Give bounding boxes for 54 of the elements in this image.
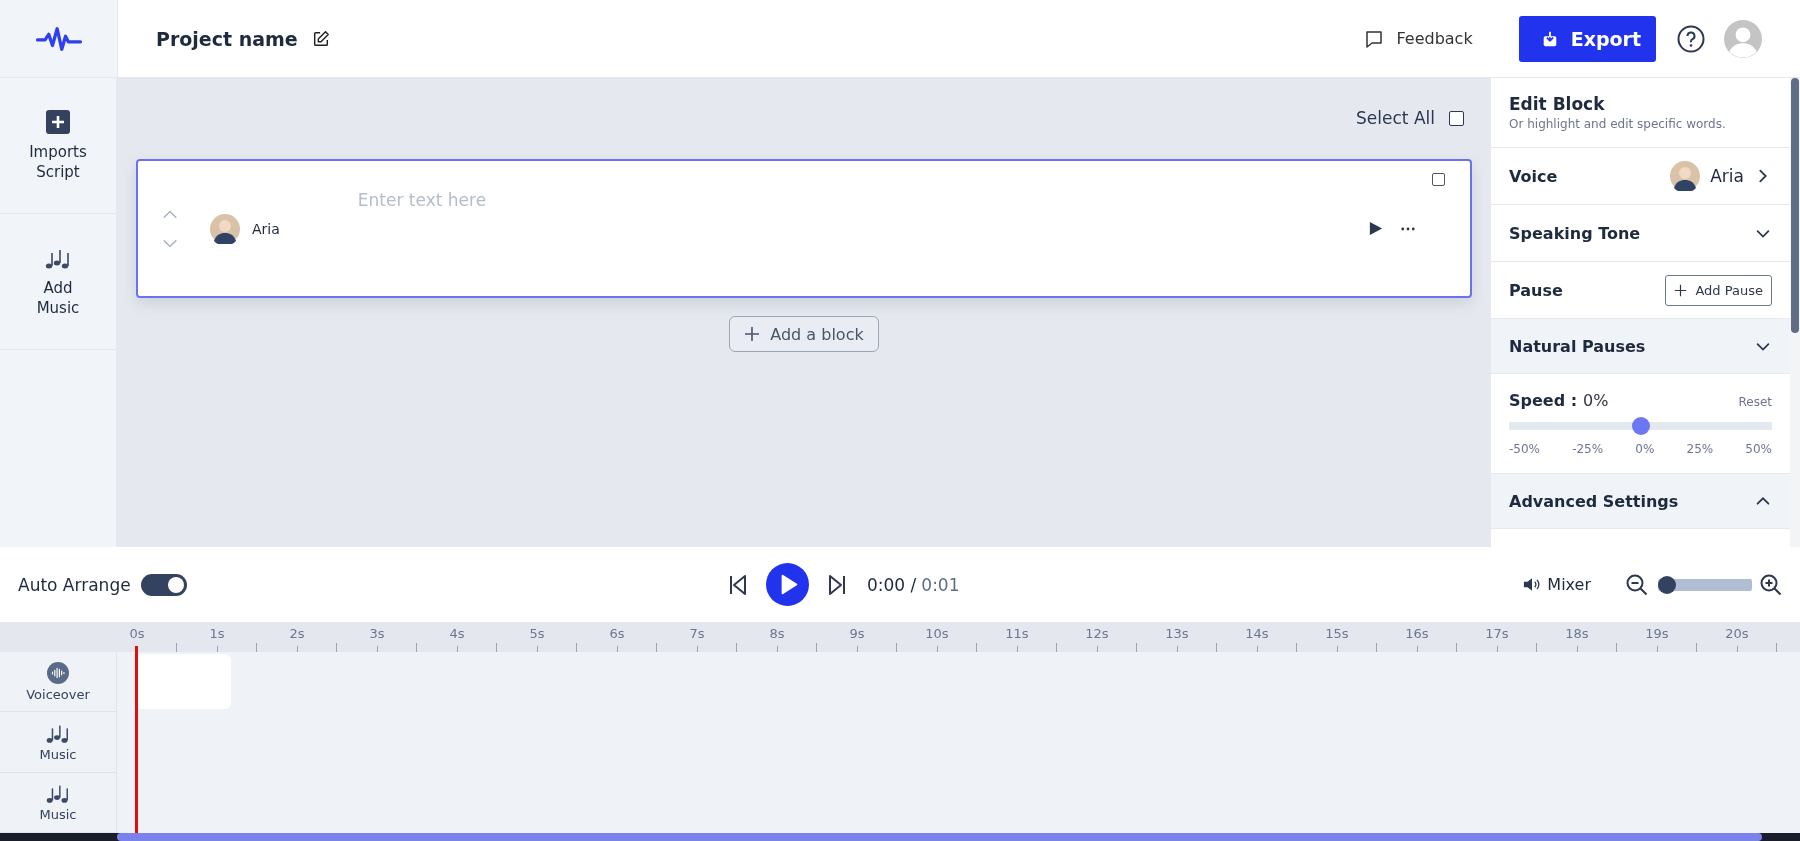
avatar-icon xyxy=(1670,161,1701,191)
speed-label: Speed : xyxy=(1509,391,1578,410)
speed-value: 0% xyxy=(1583,391,1609,410)
edit-icon[interactable] xyxy=(311,29,330,48)
tick-label: -50% xyxy=(1509,442,1540,456)
project-name: Project name xyxy=(156,27,298,50)
track-label: Music xyxy=(39,807,77,823)
zoom-in-icon[interactable] xyxy=(1760,573,1782,596)
voice-selector[interactable]: Aria xyxy=(210,213,280,244)
zoom-out-icon[interactable] xyxy=(1626,573,1648,596)
panel-title: Edit Block xyxy=(1509,94,1605,114)
track-label: Voiceover xyxy=(26,686,90,702)
avatar-icon xyxy=(210,213,240,244)
select-all-checkbox[interactable]: Select All xyxy=(1356,108,1464,128)
import-script-button[interactable]: Imports Script xyxy=(0,78,116,214)
voice-row[interactable]: Voice Aria xyxy=(1491,148,1790,205)
pause-label: Pause xyxy=(1509,280,1563,300)
plus-icon xyxy=(744,326,761,342)
play-icon[interactable] xyxy=(1368,221,1383,236)
add-pause-button[interactable]: Add Pause xyxy=(1665,274,1772,306)
feedback-button[interactable]: Feedback xyxy=(1364,28,1473,49)
export-button[interactable]: Export xyxy=(1518,15,1656,62)
mixer-button[interactable]: Mixer xyxy=(1523,575,1591,594)
current-time: 0:00 / xyxy=(867,574,917,595)
plus-icon xyxy=(1674,283,1688,297)
help-icon[interactable] xyxy=(1676,23,1706,54)
chat-icon xyxy=(1364,28,1385,49)
skip-forward-icon[interactable] xyxy=(827,573,847,596)
tick-label: 0% xyxy=(1635,442,1655,456)
zoom-slider[interactable] xyxy=(1658,575,1752,594)
total-time: 0:01 xyxy=(921,574,960,595)
scrollbar-thumb[interactable] xyxy=(1791,78,1799,333)
auto-arrange-label: Auto Arrange xyxy=(18,574,131,595)
reset-button[interactable]: Reset xyxy=(1738,395,1772,409)
waveform-icon xyxy=(46,661,70,684)
tick-label: 25% xyxy=(1686,442,1714,456)
more-icon[interactable] xyxy=(1401,226,1415,231)
panel-subtitle: Or highlight and edit specific words. xyxy=(1509,117,1726,131)
speaker-icon xyxy=(1523,577,1542,592)
track-label: Music xyxy=(39,747,77,762)
skip-back-icon[interactable] xyxy=(728,573,748,596)
tick-label: 50% xyxy=(1745,442,1772,456)
voiceover-clip[interactable] xyxy=(135,654,231,709)
natural-pauses-row[interactable]: Natural Pauses xyxy=(1491,319,1790,374)
auto-arrange-toggle[interactable] xyxy=(140,573,187,596)
advanced-settings-row[interactable]: Advanced Settings xyxy=(1491,474,1790,529)
add-block-button[interactable]: Add a block xyxy=(729,316,879,352)
scrollbar-thumb[interactable] xyxy=(117,833,1762,841)
plus-icon xyxy=(45,109,71,134)
add-music-button[interactable]: Add Music xyxy=(0,214,116,350)
block-checkbox[interactable] xyxy=(1432,173,1445,186)
logo-icon xyxy=(34,24,83,53)
play-button-icon[interactable] xyxy=(766,563,809,606)
tick-label: -25% xyxy=(1572,442,1604,456)
